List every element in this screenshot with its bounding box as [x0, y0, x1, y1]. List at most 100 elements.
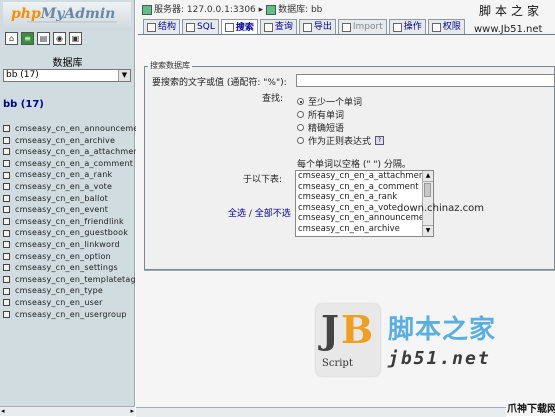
structure-icon [147, 22, 156, 32]
sidebar-table-name[interactable]: cmseasy_cn_en_linkword [15, 239, 120, 251]
scroll-right-icon[interactable]: ▸ [130, 407, 134, 415]
table-option[interactable]: cmseasy_cn_en_archive [296, 224, 433, 235]
sidebar-table-item[interactable]: cmseasy_cn_en_guestbook [3, 227, 139, 239]
table-icon[interactable] [3, 229, 10, 237]
sidebar-table-name[interactable]: cmseasy_cn_en_a_attachmen [15, 146, 139, 158]
tab-sql[interactable]: SQL [182, 19, 219, 34]
table-icon[interactable] [3, 194, 10, 202]
breadcrumb-server[interactable]: 服务器: 127.0.0.1:3306 [154, 5, 256, 15]
database-icon [266, 4, 277, 15]
tab-operations[interactable]: 操作 [388, 19, 426, 34]
sidebar-table-item[interactable]: cmseasy_cn_en_ballot [3, 193, 139, 205]
sidebar-table-item[interactable]: cmseasy_cn_en_option [3, 251, 139, 263]
table-icon[interactable] [3, 310, 10, 318]
sidebar-table-item[interactable]: cmseasy_cn_en_a_rank [3, 169, 139, 181]
sidebar-table-item[interactable]: cmseasy_cn_en_event [3, 204, 139, 216]
sql-query-icon[interactable]: ≡ [21, 32, 34, 45]
tab-query[interactable]: 查询 [259, 19, 297, 34]
database-heading-link[interactable]: bb (17) [3, 99, 44, 110]
radio-button[interactable] [297, 98, 304, 105]
find-option[interactable]: 作为正则表达式? [297, 134, 385, 147]
sidebar-table-item[interactable]: cmseasy_cn_en_archive [3, 135, 139, 147]
sidebar-table-item[interactable]: cmseasy_cn_en_type [3, 285, 139, 297]
table-icon[interactable] [3, 183, 10, 191]
tables-label: 于以下表: [243, 175, 283, 185]
breadcrumb-database[interactable]: 数据库: bb [278, 5, 322, 15]
sidebar-table-name[interactable]: cmseasy_cn_en_a_comment [15, 158, 133, 170]
sidebar-table-name[interactable]: cmseasy_cn_en_friendlink [15, 216, 124, 228]
sidebar-table-item[interactable]: cmseasy_cn_en_a_attachmen [3, 146, 139, 158]
radio-button[interactable] [297, 137, 304, 144]
radio-button[interactable] [297, 111, 304, 118]
find-option[interactable]: 至少一个单词 [297, 95, 362, 108]
home-icon[interactable]: ⌂ [5, 32, 18, 45]
sidebar-table-name[interactable]: cmseasy_cn_en_type [15, 285, 103, 297]
table-icon[interactable] [3, 252, 10, 260]
radio-button[interactable] [297, 124, 304, 131]
table-icon[interactable] [3, 148, 10, 156]
scroll-left-icon[interactable]: ◂ [1, 407, 5, 415]
sidebar-table-name[interactable]: cmseasy_cn_en_guestbook [15, 227, 128, 239]
tab-label: Import [352, 22, 383, 32]
tab-export[interactable]: 导出 [298, 19, 336, 34]
phpmyadmin-logo[interactable]: phpMyAdmin [3, 2, 131, 30]
jb51-logo: J B Script [316, 304, 380, 376]
sidebar-table-item[interactable]: cmseasy_cn_en_templatetag [3, 274, 139, 286]
sidebar-table-item[interactable]: cmseasy_cn_en_announceme [3, 123, 139, 135]
table-icon[interactable] [3, 264, 10, 272]
tab-label: 结构 [158, 22, 177, 32]
sidebar-table-item[interactable]: cmseasy_cn_en_user [3, 297, 139, 309]
tab-privileges[interactable]: 权限 [427, 19, 465, 34]
sidebar-table-name[interactable]: cmseasy_cn_en_a_vote [15, 181, 112, 193]
sidebar-table-item[interactable]: cmseasy_cn_en_a_comment [3, 158, 139, 170]
sidebar-table-name[interactable]: cmseasy_cn_en_event [15, 204, 108, 216]
sidebar-table-name[interactable]: cmseasy_cn_en_announceme [15, 123, 138, 135]
find-option[interactable]: 所有单词 [297, 108, 344, 121]
tab-import[interactable]: Import [337, 19, 387, 34]
sidebar-table-item[interactable]: cmseasy_cn_en_linkword [3, 239, 139, 251]
table-icon[interactable] [3, 241, 10, 249]
select-none-link[interactable]: 全部不选 [255, 209, 291, 219]
tab-search[interactable]: 搜索 [220, 19, 258, 35]
db-icon[interactable]: ▤ [37, 32, 50, 45]
scroll-down-icon[interactable]: ▼ [423, 225, 433, 236]
scroll-thumb[interactable] [424, 183, 431, 197]
sidebar-table-name[interactable]: cmseasy_cn_en_usergroup [15, 309, 127, 321]
sidebar-table-name[interactable]: cmseasy_cn_en_templatetag [15, 274, 136, 286]
help-icon[interactable]: ▣ [69, 32, 82, 45]
table-icon[interactable] [3, 171, 10, 179]
sidebar-table-item[interactable]: cmseasy_cn_en_settings [3, 262, 139, 274]
sidebar-table-name[interactable]: cmseasy_cn_en_option [15, 251, 111, 263]
table-icon[interactable] [3, 299, 10, 307]
search-input[interactable] [296, 74, 555, 87]
tab-structure[interactable]: 结构 [143, 19, 181, 34]
table-option[interactable]: cmseasy_cn_en_a_attachment [296, 171, 433, 182]
table-icon[interactable] [3, 160, 10, 168]
sidebar-table-name[interactable]: cmseasy_cn_en_a_rank [15, 169, 112, 181]
sidebar-table-name[interactable]: cmseasy_cn_en_archive [15, 135, 115, 147]
table-icon[interactable] [3, 136, 10, 144]
sidebar-table-name[interactable]: cmseasy_cn_en_user [15, 297, 103, 309]
database-select[interactable]: bb (17) ▼ [3, 69, 131, 82]
docs-icon[interactable]: ◉ [53, 32, 66, 45]
select-all-link[interactable]: 全选 [228, 209, 246, 219]
tab-label: SQL [197, 22, 215, 32]
table-icon[interactable] [3, 218, 10, 226]
sidebar-table-item[interactable]: cmseasy_cn_en_friendlink [3, 216, 139, 228]
chevron-down-icon[interactable]: ▼ [118, 70, 130, 81]
sidebar-table-name[interactable]: cmseasy_cn_en_settings [15, 262, 118, 274]
table-icon[interactable] [3, 206, 10, 214]
help-icon[interactable]: ? [375, 136, 385, 145]
sidebar-table-item[interactable]: cmseasy_cn_en_usergroup [3, 309, 139, 321]
sidebar-table-item[interactable]: cmseasy_cn_en_a_vote [3, 181, 139, 193]
find-option[interactable]: 精确短语 [297, 121, 344, 134]
table-option[interactable]: cmseasy_cn_en_announcement [296, 213, 433, 224]
table-icon[interactable] [3, 287, 10, 295]
table-icon[interactable] [3, 276, 10, 284]
horizontal-scrollbar[interactable]: ◂ ▸ [0, 406, 135, 416]
scroll-up-icon[interactable]: ▲ [423, 171, 433, 182]
table-icon[interactable] [3, 125, 10, 133]
table-option[interactable]: cmseasy_cn_en_a_rank [296, 192, 433, 203]
sidebar-table-name[interactable]: cmseasy_cn_en_ballot [15, 193, 108, 205]
table-option[interactable]: cmseasy_cn_en_a_comment [296, 182, 433, 193]
